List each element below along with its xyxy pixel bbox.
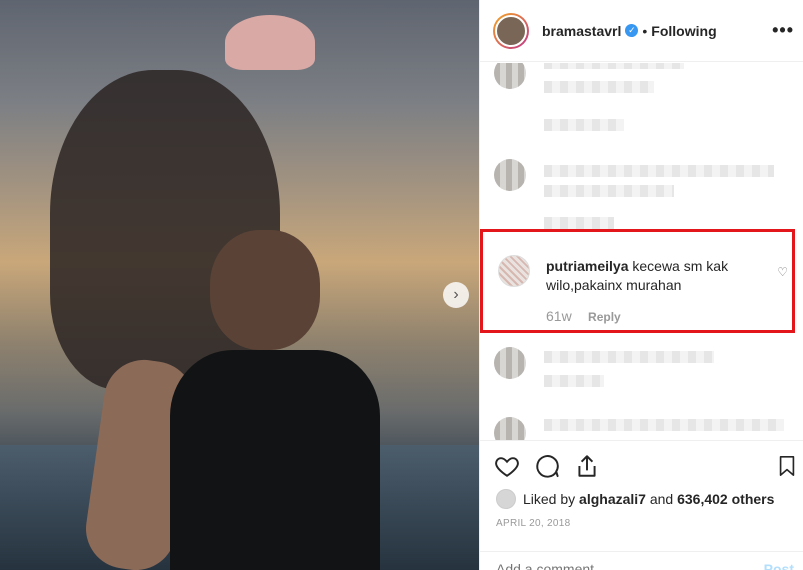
comment-meta: 61w Reply: [546, 308, 621, 324]
likes-summary: Liked by alghazali7 and 636,402 others: [496, 489, 774, 509]
commenter-avatar[interactable]: [498, 255, 530, 287]
comment-like-icon[interactable]: ♡: [777, 265, 788, 279]
more-options-icon[interactable]: •••: [772, 20, 794, 41]
highlighted-comment: putriameilya kecewa sm kak wilo,pakainx …: [546, 257, 768, 295]
photo-man-head: [210, 230, 320, 350]
comment-reply-button[interactable]: Reply: [588, 310, 621, 324]
comments-list[interactable]: putriameilya kecewa sm kak wilo,pakainx …: [480, 63, 803, 440]
post-side-panel: bramastavrl ✓ • Following ••• putriameil…: [479, 0, 803, 570]
blurred-comment: [494, 417, 794, 440]
author-username[interactable]: bramastavrl: [542, 23, 621, 39]
chevron-right-icon: ›: [453, 286, 459, 303]
bookmark-icon[interactable]: [776, 453, 798, 479]
add-comment-input[interactable]: [496, 561, 726, 570]
post-actions: Liked by alghazali7 and 636,402 others A…: [480, 440, 803, 570]
header-separator: •: [642, 22, 648, 39]
blurred-comment: [494, 63, 794, 137]
likes-connector: and: [649, 491, 674, 507]
blurred-comment: [494, 159, 794, 229]
add-comment-bar: Post: [480, 551, 803, 570]
instagram-post-view: › bramastavrl ✓ • Following ••• putriame…: [0, 0, 803, 570]
post-date[interactable]: APRIL 20, 2018: [496, 518, 570, 529]
commenter-username[interactable]: putriameilya: [546, 258, 628, 274]
post-header: bramastavrl ✓ • Following •••: [480, 0, 803, 62]
following-button[interactable]: Following: [651, 23, 716, 39]
likes-count[interactable]: 636,402 others: [677, 491, 774, 507]
blurred-comment: [494, 347, 794, 387]
heart-icon[interactable]: [494, 453, 520, 479]
liker-username[interactable]: alghazali7: [579, 491, 646, 507]
verified-badge-icon: ✓: [625, 24, 639, 37]
likes-prefix: Liked by: [523, 491, 576, 507]
liker-avatar[interactable]: [496, 489, 516, 509]
next-photo-button[interactable]: ›: [443, 282, 469, 308]
photo-cap: [225, 15, 315, 70]
author-avatar[interactable]: [493, 12, 529, 49]
post-comment-button[interactable]: Post: [764, 561, 794, 570]
post-photo[interactable]: ›: [0, 0, 479, 570]
comment-icon[interactable]: [534, 453, 560, 479]
photo-man: [170, 350, 380, 570]
comment-time[interactable]: 61w: [546, 308, 572, 324]
share-icon[interactable]: [574, 453, 600, 479]
